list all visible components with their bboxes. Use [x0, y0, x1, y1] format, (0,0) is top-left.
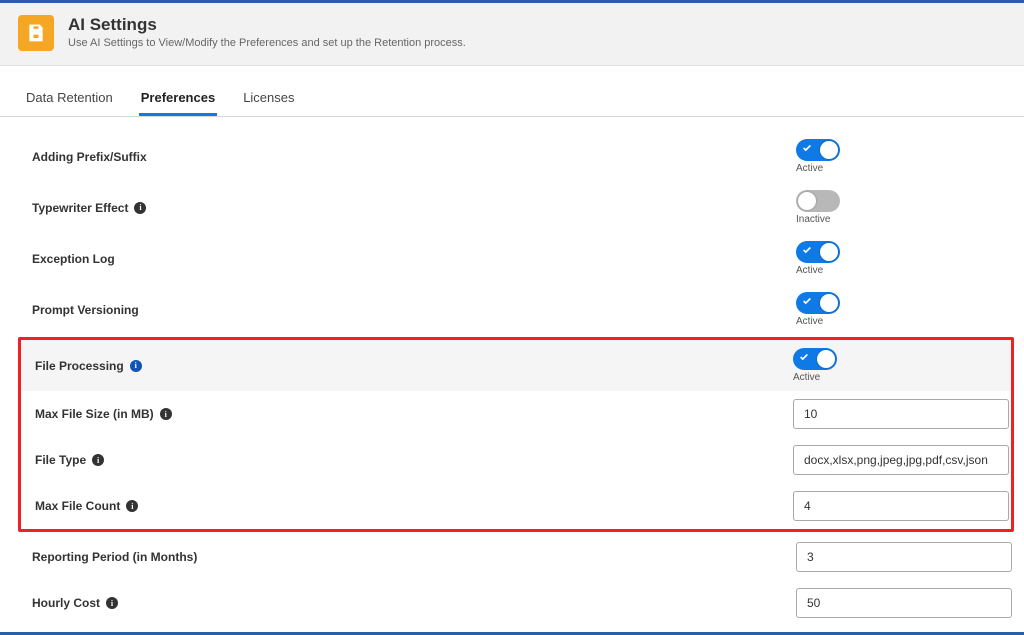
- page-header: AI Settings Use AI Settings to View/Modi…: [0, 3, 1024, 66]
- toggle-state: Active: [796, 163, 823, 174]
- pref-file-processing: File Processing i Active: [21, 340, 1011, 391]
- toggle-state: Active: [793, 372, 820, 383]
- pref-file-type: File Type i: [21, 437, 1011, 483]
- input-hourly-cost[interactable]: [796, 588, 1012, 618]
- info-icon[interactable]: i: [126, 500, 138, 512]
- pref-prefix-suffix: Adding Prefix/Suffix Active: [0, 131, 1024, 182]
- toggle-typewriter[interactable]: [796, 190, 840, 212]
- settings-save-icon: [18, 15, 54, 51]
- preferences-panel: Adding Prefix/Suffix Active Typewriter E…: [0, 117, 1024, 632]
- input-file-type[interactable]: [793, 445, 1009, 475]
- info-icon[interactable]: i: [106, 597, 118, 609]
- pref-versioning: Prompt Versioning Active: [0, 284, 1024, 335]
- pref-label: Reporting Period (in Months): [32, 550, 197, 564]
- toggle-state: Active: [796, 316, 823, 327]
- toggle-state: Active: [796, 265, 823, 276]
- pref-typewriter: Typewriter Effect i Inactive: [0, 182, 1024, 233]
- pref-hourly-cost: Hourly Cost i: [0, 580, 1024, 626]
- pref-label: Exception Log: [32, 252, 115, 266]
- input-max-file-count[interactable]: [793, 491, 1009, 521]
- pref-max-file-count: Max File Count i: [21, 483, 1011, 529]
- toggle-versioning[interactable]: [796, 292, 840, 314]
- pref-label: Prompt Versioning: [32, 303, 139, 317]
- pref-label: Typewriter Effect: [32, 201, 128, 215]
- pref-label: Hourly Cost: [32, 596, 100, 610]
- toggle-prefix-suffix[interactable]: [796, 139, 840, 161]
- pref-label: File Type: [35, 453, 86, 467]
- info-icon[interactable]: i: [92, 454, 104, 466]
- info-icon[interactable]: i: [160, 408, 172, 420]
- pref-exception-log: Exception Log Active: [0, 233, 1024, 284]
- input-max-file-size[interactable]: [793, 399, 1009, 429]
- tab-preferences[interactable]: Preferences: [139, 80, 217, 116]
- pref-label: File Processing: [35, 359, 124, 373]
- toggle-file-processing[interactable]: [793, 348, 837, 370]
- pref-reporting-period: Reporting Period (in Months): [0, 534, 1024, 580]
- toggle-exception-log[interactable]: [796, 241, 840, 263]
- tab-bar: Data Retention Preferences Licenses: [0, 80, 1024, 117]
- pref-label: Max File Size (in MB): [35, 407, 154, 421]
- pref-label: Adding Prefix/Suffix: [32, 150, 147, 164]
- tab-data-retention[interactable]: Data Retention: [24, 80, 115, 116]
- tab-licenses[interactable]: Licenses: [241, 80, 296, 116]
- pref-max-file-size: Max File Size (in MB) i: [21, 391, 1011, 437]
- toggle-state: Inactive: [796, 214, 830, 225]
- page-subtitle: Use AI Settings to View/Modify the Prefe…: [68, 37, 466, 49]
- page-title: AI Settings: [68, 15, 466, 35]
- info-icon[interactable]: i: [134, 202, 146, 214]
- file-processing-highlight: File Processing i Active Max File Size (…: [18, 337, 1014, 532]
- input-reporting-period[interactable]: [796, 542, 1012, 572]
- pref-label: Max File Count: [35, 499, 120, 513]
- info-icon[interactable]: i: [130, 360, 142, 372]
